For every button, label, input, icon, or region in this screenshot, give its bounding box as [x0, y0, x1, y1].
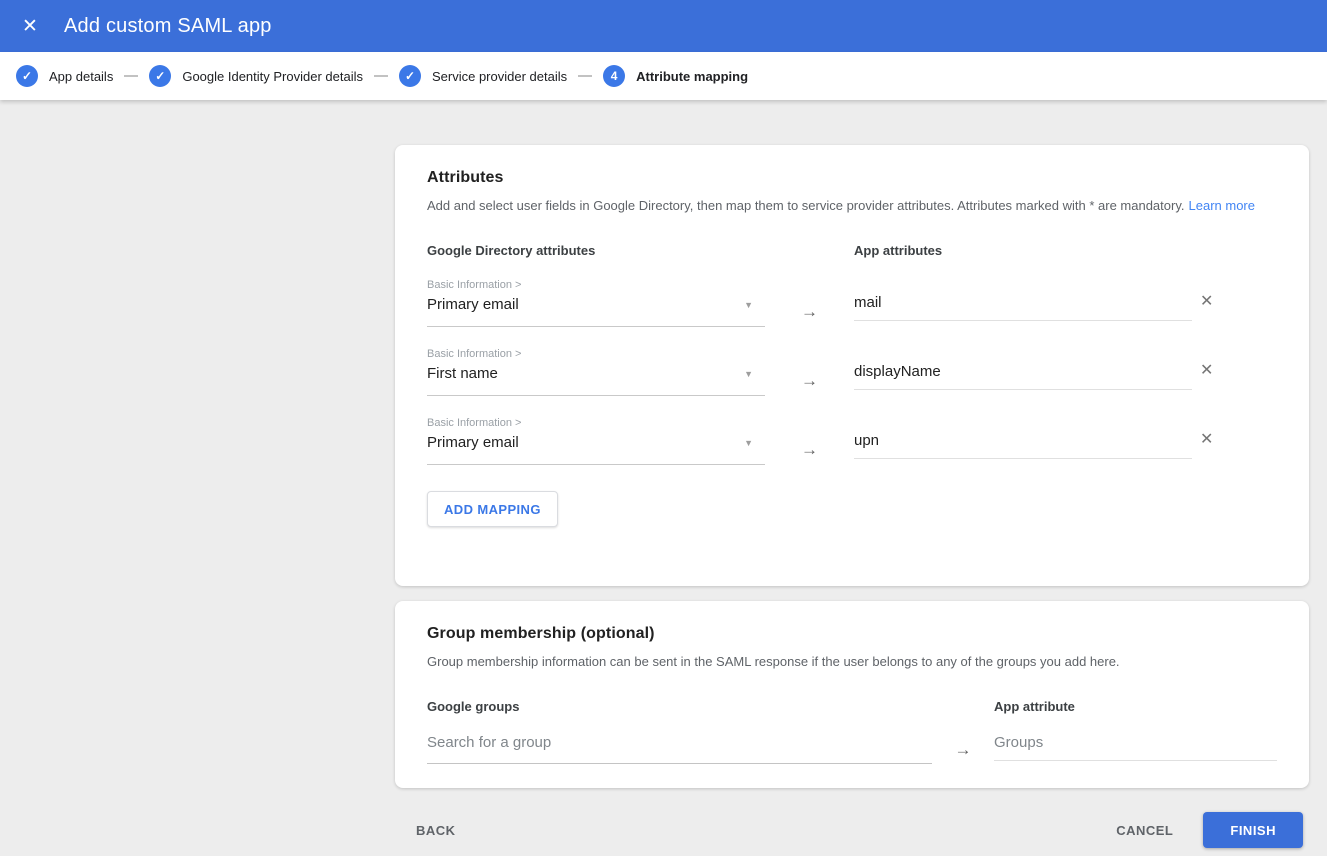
delete-mapping-button[interactable]: ✕ [1198, 292, 1215, 312]
attribute-mapping-row: Basic Information > First name ▼ → ✕ [427, 348, 1277, 396]
delete-icon: ✕ [1200, 362, 1214, 379]
mapping-column-headers: Google Directory attributes App attribut… [427, 243, 1277, 258]
add-mapping-button[interactable]: ADD MAPPING [427, 491, 558, 527]
delete-mapping-button[interactable]: ✕ [1198, 430, 1215, 450]
directory-attributes-header: Google Directory attributes [427, 243, 596, 258]
delete-icon: ✕ [1200, 431, 1214, 448]
directory-attribute-select[interactable]: Basic Information > Primary email ▼ [427, 417, 765, 465]
directory-attribute-select[interactable]: Basic Information > First name ▼ [427, 348, 765, 396]
arrow-right-icon: → [801, 302, 818, 321]
dropdown-category-label: Basic Information > [427, 417, 522, 429]
attributes-card-description: Add and select user fields in Google Dir… [427, 198, 1277, 213]
chevron-down-icon: ▼ [744, 299, 753, 310]
step-google-idp-details[interactable]: ✓ Google Identity Provider details [149, 65, 363, 87]
dropdown-category-label: Basic Information > [427, 348, 522, 360]
group-app-attribute-cell [994, 728, 1277, 764]
delete-cell: ✕ [1192, 348, 1277, 396]
check-icon: ✓ [155, 69, 166, 83]
step-number-circle: 4 [603, 65, 626, 87]
dropdown-selected-value: First name [427, 365, 498, 382]
step-label: Google Identity Provider details [182, 68, 363, 84]
learn-more-link[interactable]: Learn more [1189, 198, 1255, 213]
app-attribute-cell [854, 279, 1192, 327]
group-app-attribute-input[interactable] [994, 728, 1277, 761]
dropdown-selected-value: Primary email [427, 434, 519, 451]
group-card-title: Group membership (optional) [427, 625, 655, 642]
step-label: App details [49, 68, 114, 84]
header-spacer [1192, 243, 1277, 258]
check-icon: ✓ [404, 69, 416, 83]
attributes-card-title: Attributes [427, 169, 504, 186]
wizard-footer: BACK CANCEL FINISH [0, 812, 1327, 848]
dropdown-category-label: Basic Information > [427, 279, 522, 291]
chevron-down-icon: ▼ [744, 368, 753, 379]
app-attribute-header: App attribute [994, 699, 1075, 714]
attribute-mapping-row: Basic Information > Primary email ▼ → ✕ [427, 417, 1277, 465]
check-circle-icon: ✓ [149, 65, 172, 87]
attributes-card: Attributes Add and select user fields in… [395, 145, 1309, 586]
arrow-right-icon: → [954, 740, 972, 759]
dropdown-selected-value: Primary email [427, 296, 519, 313]
app-attribute-cell [854, 348, 1192, 396]
group-arrow-cell: → [932, 728, 994, 764]
delete-cell: ✕ [1192, 279, 1277, 327]
finish-button[interactable]: FINISH [1203, 812, 1303, 848]
check-circle-icon: ✓ [16, 65, 38, 87]
close-icon: ✕ [22, 15, 38, 37]
chevron-down-icon: ▼ [744, 437, 753, 448]
step-number: 4 [610, 69, 618, 83]
description-text: Group membership information can be sent… [427, 654, 1120, 669]
step-label: Service provider details [431, 68, 568, 84]
attribute-mapping-row: Basic Information > Primary email ▼ → ✕ [427, 279, 1277, 327]
app-attribute-input[interactable] [854, 363, 1192, 390]
app-attribute-cell [854, 417, 1192, 465]
step-connector [578, 75, 593, 77]
delete-icon: ✕ [1200, 293, 1214, 310]
description-text: Add and select user fields in Google Dir… [427, 198, 1185, 213]
app-bar: ✕ Add custom SAML app [0, 0, 1327, 52]
group-search-cell [427, 728, 932, 764]
back-button[interactable]: BACK [408, 815, 464, 846]
check-circle-icon: ✓ [398, 65, 421, 87]
group-mapping-row: → [427, 728, 1277, 764]
cancel-button[interactable]: CANCEL [1108, 815, 1181, 846]
page-title: Add custom SAML app [64, 14, 272, 37]
close-dialog-button[interactable]: ✕ [16, 12, 44, 40]
group-card-description: Group membership information can be sent… [427, 654, 1277, 669]
app-attribute-input[interactable] [854, 294, 1192, 321]
step-connector [124, 75, 139, 77]
arrow-right-icon: → [801, 440, 818, 459]
group-search-input[interactable] [427, 728, 932, 764]
step-attribute-mapping[interactable]: 4 Attribute mapping [603, 65, 748, 87]
delete-cell: ✕ [1192, 417, 1277, 465]
step-connector [373, 75, 388, 77]
step-label: Attribute mapping [636, 68, 749, 84]
app-attributes-header: App attributes [854, 243, 943, 258]
directory-attribute-select[interactable]: Basic Information > Primary email ▼ [427, 279, 765, 327]
step-app-details[interactable]: ✓ App details [16, 65, 113, 87]
header-spacer [765, 243, 854, 258]
group-column-headers: Google groups App attribute [427, 699, 1277, 714]
arrow-right-icon: → [801, 371, 818, 390]
wizard-stepper: ✓ App details ✓ Google Identity Provider… [0, 52, 1327, 100]
header-spacer [932, 699, 994, 714]
mapping-arrow-cell: → [765, 348, 854, 396]
mapping-arrow-cell: → [765, 417, 854, 465]
step-service-provider-details[interactable]: ✓ Service provider details [398, 65, 568, 87]
mapping-arrow-cell: → [765, 279, 854, 327]
delete-mapping-button[interactable]: ✕ [1198, 361, 1215, 381]
app-attribute-input[interactable] [854, 432, 1192, 459]
google-groups-header: Google groups [427, 699, 520, 714]
check-icon: ✓ [21, 69, 33, 83]
group-membership-card: Group membership (optional) Group member… [395, 601, 1309, 788]
